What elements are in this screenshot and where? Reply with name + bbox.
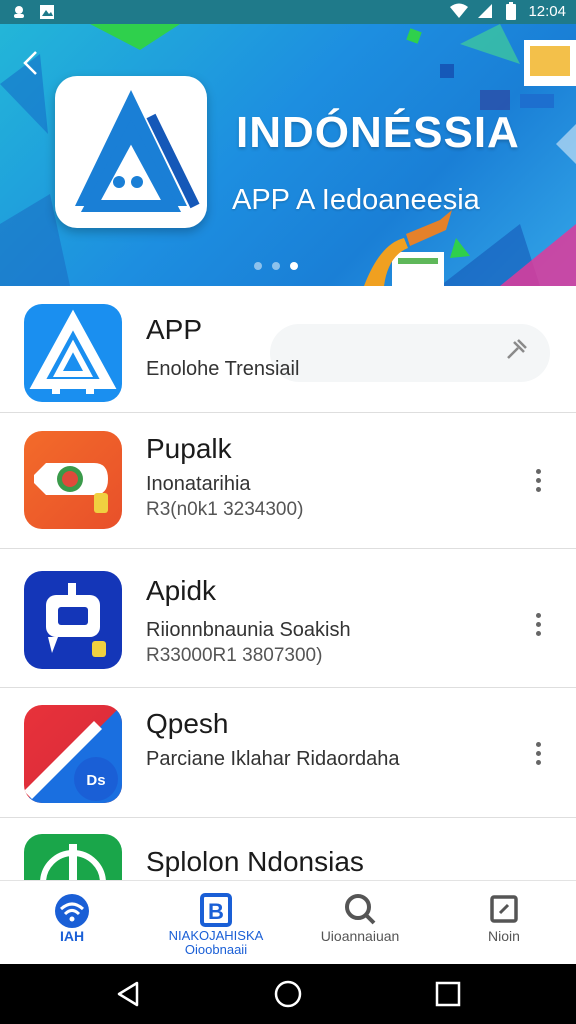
list-item[interactable]: Ds Qpesh Parciane Iklahar Ridaordaha	[0, 688, 576, 818]
app-icon: Ds	[24, 705, 122, 803]
featured-banner[interactable]: INDÓNÉSSIA APP A Iedoaneesia	[0, 24, 576, 286]
more-vertical-icon	[535, 477, 541, 483]
app-description: Riionnbnaunia Soakish	[146, 619, 351, 641]
nav-item-apps[interactable]: B NIAKOJAHISKA Oioobnaaii	[144, 881, 288, 965]
carousel-dot-active[interactable]	[290, 262, 298, 270]
app-icon	[24, 304, 122, 402]
more-vertical-icon	[535, 750, 541, 756]
list-item[interactable]: Apidk Riionnbnaunia Soakish R33000R1 380…	[0, 549, 576, 688]
nav-item-home[interactable]: IAH	[0, 881, 144, 965]
battery-icon	[502, 2, 520, 20]
banner-title: INDÓNÉSSIA	[236, 108, 520, 157]
face-notification-icon	[10, 3, 28, 21]
app-list[interactable]: APP Enolohe Trensiail Pupalk Inonatarihi…	[0, 286, 576, 880]
more-vertical-icon	[535, 468, 541, 474]
list-item[interactable]: APP Enolohe Trensiail	[0, 286, 576, 413]
more-vertical-icon	[535, 621, 541, 627]
more-vertical-icon	[535, 486, 541, 492]
camera-app-icon	[34, 463, 108, 513]
nav-item-more[interactable]: Nioin	[432, 881, 576, 965]
home-icon[interactable]	[273, 979, 303, 1009]
more-vertical-icon	[535, 759, 541, 765]
system-navigation-bar	[0, 964, 576, 1024]
app-description: Enolohe Trensiail	[146, 358, 300, 380]
app-name: Apidk	[146, 575, 217, 606]
list-item[interactable]: Pupalk Inonatarihia R3(n0k1 3234300)	[0, 413, 576, 549]
chevron-left-icon	[23, 51, 37, 75]
wifi-icon	[450, 2, 469, 20]
app-icon	[24, 431, 122, 529]
image-notification-icon	[38, 3, 56, 21]
pin-button[interactable]	[502, 336, 532, 366]
nav-label: Uioannaiuan	[320, 928, 400, 944]
status-bar: 12:04	[0, 0, 576, 24]
nav-label: IAH	[59, 928, 85, 944]
search-icon	[345, 894, 376, 925]
recents-icon[interactable]	[433, 979, 463, 1009]
svg-text:Ds: Ds	[86, 772, 105, 789]
signal-icon	[476, 2, 494, 20]
square-app-icon	[490, 895, 518, 923]
app-icon	[24, 571, 122, 669]
banner-back-button[interactable]	[14, 46, 48, 80]
app-name: Pupalk	[146, 433, 232, 464]
app-description: Inonatarihia	[146, 473, 251, 495]
featured-app-logo	[55, 76, 207, 228]
triangle-app-icon	[29, 309, 117, 394]
more-options-button[interactable]	[526, 738, 550, 768]
more-vertical-icon	[535, 612, 541, 618]
app-name: Qpesh	[146, 708, 229, 739]
wifi-home-icon	[55, 894, 89, 928]
app-meta: R33000R1 3807300)	[146, 645, 323, 666]
banner-subtitle: APP A Iedoaneesia	[232, 184, 480, 216]
more-vertical-icon	[535, 630, 541, 636]
nav-item-search[interactable]: Uioannaiuan	[288, 881, 432, 965]
nav-label: Nioin	[488, 928, 520, 944]
list-item[interactable]: Splolon Ndonsias	[0, 818, 576, 880]
triangle-logo-icon	[75, 90, 200, 212]
app-name: Splolon Ndonsias	[146, 846, 364, 877]
play-app-icon: Ds	[24, 705, 122, 803]
more-options-button[interactable]	[526, 465, 550, 495]
b-app-icon: B	[200, 893, 232, 927]
svg-text:B: B	[208, 899, 224, 924]
carousel-dot[interactable]	[254, 262, 262, 270]
pin-icon	[507, 339, 527, 359]
app-meta: R3(n0k1 3234300)	[146, 499, 304, 520]
app-description: Parciane Iklahar Ridaordaha	[146, 748, 400, 770]
compass-app-icon	[40, 844, 106, 880]
app-icon	[24, 834, 122, 880]
back-icon[interactable]	[113, 979, 143, 1009]
status-time: 12:04	[528, 2, 566, 20]
bottom-navigation: IAH B NIAKOJAHISKA Oioobnaaii Uioannaiua…	[0, 880, 576, 964]
more-options-button[interactable]	[526, 609, 550, 639]
chat-app-icon	[46, 583, 106, 657]
nav-label: NIAKOJAHISKA Oioobnaaii	[168, 928, 264, 957]
app-name: APP	[146, 314, 203, 345]
carousel-dot[interactable]	[272, 262, 280, 270]
more-vertical-icon	[535, 741, 541, 747]
carousel-indicator	[254, 262, 298, 270]
